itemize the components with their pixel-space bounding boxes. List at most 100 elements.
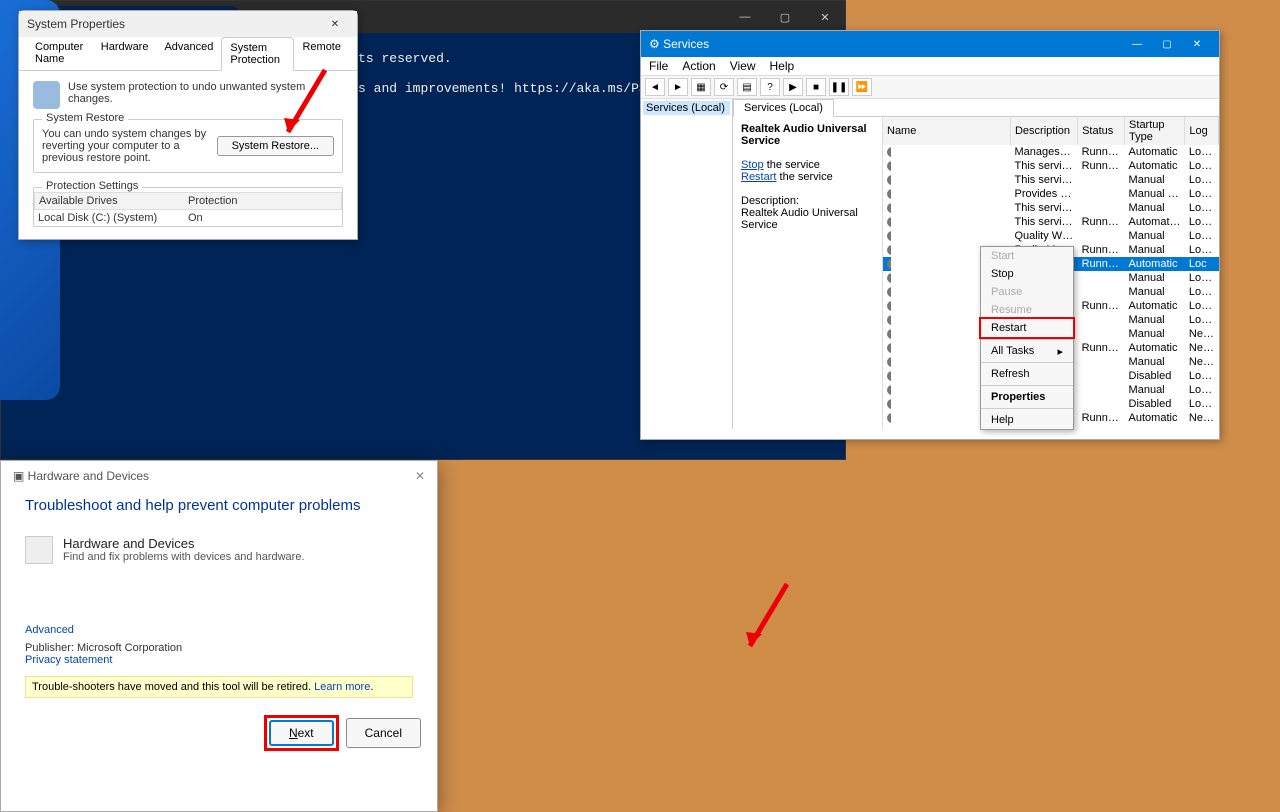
restart-link[interactable]: Restart	[741, 171, 776, 183]
minimize-icon[interactable]: —	[725, 3, 765, 31]
ctx-restart[interactable]: Restart	[981, 319, 1073, 337]
system-properties-window: System Properties ✕ Computer NameHardwar…	[18, 10, 358, 240]
maximize-icon[interactable]: ▢	[765, 3, 805, 31]
ctx-pause: Pause	[981, 283, 1073, 301]
service-row[interactable]: Program Compatibility Assi...This servic…	[883, 215, 1219, 229]
back-icon[interactable]: ◄	[645, 78, 665, 96]
dialog-title: Hardware and Devices	[28, 469, 149, 483]
tab-services-local[interactable]: Services (Local)	[733, 99, 834, 117]
service-row[interactable]: Problem Reports Control Pa...This servic…	[883, 201, 1219, 215]
tab-remote[interactable]: Remote	[294, 37, 349, 70]
gear-icon	[887, 301, 891, 311]
service-row[interactable]: Printer Extensions and Notif...This serv…	[883, 173, 1219, 187]
gear-icon	[887, 217, 891, 227]
menu-view[interactable]: View	[730, 59, 756, 73]
service-row[interactable]: Print SpoolerThis service ...RunningAuto…	[883, 159, 1219, 173]
tree-node[interactable]: Services (Local)	[643, 101, 730, 115]
gear-icon	[887, 203, 891, 213]
menu-action[interactable]: Action	[682, 59, 715, 73]
minimize-icon[interactable]: —	[1123, 34, 1151, 54]
details-pane: Realtek Audio Universal Service Stop the…	[733, 117, 883, 429]
item-desc: Find and fix problems with devices and h…	[63, 551, 305, 563]
titlebar[interactable]: System Properties ✕	[19, 11, 357, 37]
gear-icon	[887, 287, 891, 297]
maximize-icon[interactable]: ▢	[1153, 34, 1181, 54]
learn-more-link[interactable]: Learn more	[314, 681, 370, 693]
context-menu: Start Stop Pause Resume Restart All Task…	[980, 246, 1074, 430]
description-text: Realtek Audio Universal Service	[741, 207, 858, 231]
col-name[interactable]: Name	[883, 117, 1010, 145]
service-row[interactable]: Quality Windows Audio Vid...Quality Win.…	[883, 229, 1219, 243]
toolbar-button[interactable]: ▤	[737, 78, 757, 96]
gear-icon	[887, 399, 891, 409]
tab-computer-name[interactable]: Computer Name	[27, 37, 93, 70]
gear-icon	[887, 343, 891, 353]
dialog-heading: Troubleshoot and help prevent computer p…	[25, 497, 413, 514]
gear-icon	[887, 357, 891, 367]
group-legend: System Restore	[42, 112, 128, 124]
restore-text: You can undo system changes by reverting…	[42, 128, 207, 164]
ctx-properties[interactable]: Properties	[981, 388, 1073, 406]
pause-icon[interactable]: ❚❚	[829, 78, 849, 96]
close-icon[interactable]: ✕	[321, 14, 349, 34]
troubleshooter-item[interactable]: Hardware and Devices Find and fix proble…	[25, 536, 413, 564]
toolbar-button[interactable]: ▦	[691, 78, 711, 96]
advanced-link[interactable]: Advanced	[25, 624, 413, 636]
drive-row[interactable]: Local Disk (C:) (System) On	[34, 210, 342, 226]
dialog-titlebar[interactable]: ▣ Hardware and Devices ✕	[1, 461, 437, 491]
tab-hardware[interactable]: Hardware	[93, 37, 157, 70]
ctx-stop[interactable]: Stop	[981, 265, 1073, 283]
ctx-all-tasks[interactable]: All Tasks	[981, 342, 1073, 360]
item-title: Hardware and Devices	[63, 536, 305, 551]
col-protection: Protection	[188, 195, 337, 207]
close-icon[interactable]: ✕	[805, 3, 845, 31]
ctx-help[interactable]: Help	[981, 411, 1073, 429]
gear-icon	[887, 413, 891, 423]
col-startup-type[interactable]: Startup Type	[1125, 117, 1185, 145]
col-status[interactable]: Status	[1078, 117, 1125, 145]
play-icon[interactable]: ▶	[783, 78, 803, 96]
forward-icon[interactable]: ►	[668, 78, 688, 96]
tab-system-protection[interactable]: System Protection	[221, 37, 294, 71]
tree-pane[interactable]: Services (Local)	[641, 99, 733, 429]
gear-icon	[887, 259, 891, 269]
publisher-text: Publisher: Microsoft Corporation	[25, 642, 413, 654]
help-icon[interactable]: ?	[760, 78, 780, 96]
ctx-refresh[interactable]: Refresh	[981, 365, 1073, 383]
col-log[interactable]: Log	[1185, 117, 1219, 145]
drive-name: Local Disk (C:) (System)	[38, 212, 188, 224]
col-description[interactable]: Description	[1010, 117, 1077, 145]
shield-icon	[33, 81, 60, 109]
close-icon[interactable]: ✕	[415, 469, 425, 483]
tab-advanced[interactable]: Advanced	[156, 37, 221, 70]
service-row[interactable]: PowerManages p...RunningAutomaticLoc...	[883, 145, 1219, 159]
gear-icon	[887, 231, 891, 241]
toolbar: ◄ ► ▦ ⟳ ▤ ? ▶ ■ ❚❚ ⏩	[641, 76, 1219, 99]
service-row[interactable]: PrintWorkflow_6e85223Provides su...Manua…	[883, 187, 1219, 201]
stop-icon[interactable]: ■	[806, 78, 826, 96]
services-window: ⚙ Services — ▢ ✕ File Action View Help ◄ ► …	[640, 30, 1220, 440]
close-icon[interactable]: ✕	[1183, 34, 1211, 54]
privacy-link[interactable]: Privacy statement	[25, 654, 413, 666]
system-restore-button[interactable]: System Restore...	[217, 136, 334, 156]
next-button[interactable]: Next	[269, 720, 334, 746]
gear-icon	[887, 371, 891, 381]
gear-icon	[887, 189, 891, 199]
gear-icon	[887, 385, 891, 395]
protection-settings-group: Protection Settings Available Drives Pro…	[33, 187, 343, 227]
drive-protection: On	[188, 212, 338, 224]
stop-link[interactable]: Stop	[741, 159, 764, 171]
cancel-button[interactable]: Cancel	[346, 718, 421, 748]
annotation-arrow	[742, 580, 802, 665]
restart-icon[interactable]: ⏩	[852, 78, 872, 96]
gear-icon	[887, 329, 891, 339]
menu-help[interactable]: Help	[770, 59, 795, 73]
menu-file[interactable]: File	[649, 59, 668, 73]
refresh-icon[interactable]: ⟳	[714, 78, 734, 96]
gear-icon	[887, 273, 891, 283]
gear-icon	[887, 161, 891, 171]
col-drives: Available Drives	[39, 195, 188, 207]
menu-bar: File Action View Help	[641, 57, 1219, 76]
ctx-start: Start	[981, 247, 1073, 265]
titlebar[interactable]: ⚙ Services — ▢ ✕	[641, 31, 1219, 57]
